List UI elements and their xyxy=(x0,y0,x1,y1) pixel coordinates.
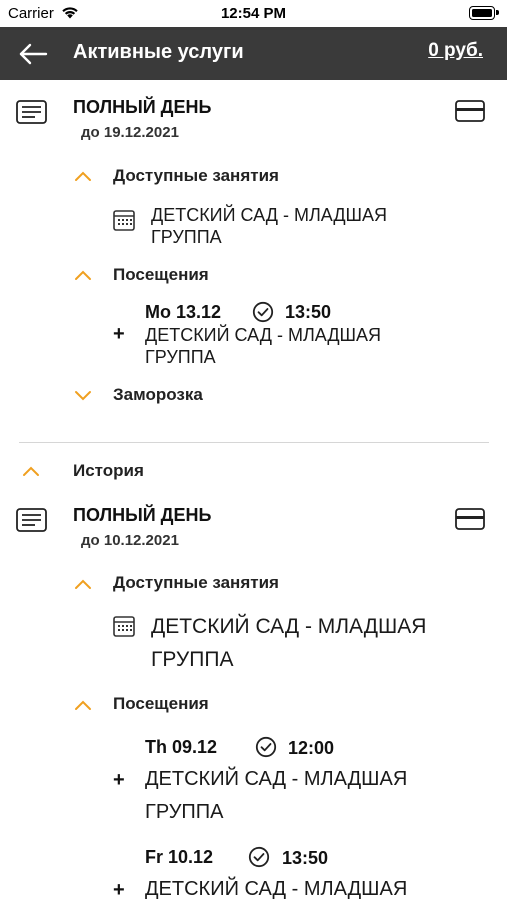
service-name: ПОЛНЫЙ ДЕНЬ xyxy=(73,97,212,117)
clock: 12:54 PM xyxy=(220,5,287,22)
history-service-name: ПОЛНЫЙ ДЕНЬ xyxy=(73,505,212,525)
chevron-up-icon xyxy=(75,579,91,589)
history-available-item-line2: ГРУППА xyxy=(151,648,234,671)
history-toggle[interactable] xyxy=(22,464,40,482)
history-label: История xyxy=(73,461,144,480)
history-available-label: Доступные занятия xyxy=(113,573,279,592)
available-item-line1: ДЕТСКИЙ САД - МЛАДШАЯ xyxy=(151,205,388,225)
visit-day: Mo 13.12 xyxy=(145,302,222,322)
chevron-down-icon xyxy=(75,391,91,401)
nav-bar: Активные услуги 0 руб. xyxy=(0,27,507,80)
history-service-until: до 10.12.2021 xyxy=(81,532,179,549)
visit-name-line2: ГРУППА xyxy=(145,801,224,823)
visit-name-line1: ДЕТСКИЙ САД - МЛАДШАЯ xyxy=(145,878,408,900)
card-payment-button[interactable] xyxy=(455,100,485,127)
chevron-up-icon xyxy=(75,171,91,181)
history-available-toggle[interactable] xyxy=(74,577,92,595)
visit-time: 13:50 xyxy=(285,302,332,322)
arrow-left-icon xyxy=(19,43,48,65)
divider xyxy=(19,442,489,443)
battery-icon xyxy=(469,6,499,20)
add-visit-button[interactable]: + xyxy=(113,323,125,346)
history-visits-label: Посещения xyxy=(113,694,209,713)
chevron-up-icon xyxy=(75,270,91,280)
document-icon xyxy=(16,508,47,537)
visit-name: ДЕТСКИЙ САД - МЛАДШАЯ ГРУППА xyxy=(145,763,407,829)
add-visit-button[interactable]: + xyxy=(113,769,125,792)
chevron-up-icon xyxy=(75,700,91,710)
visits-toggle[interactable] xyxy=(74,268,92,286)
visits-label: Посещения xyxy=(113,265,209,284)
available-item: ДЕТСКИЙ САД - МЛАДШАЯ ГРУППА xyxy=(151,204,387,248)
available-toggle[interactable] xyxy=(74,169,92,187)
visit-time: 12:00 xyxy=(288,738,335,758)
document-icon xyxy=(16,100,47,129)
back-button[interactable] xyxy=(18,41,50,67)
add-visit-button[interactable]: + xyxy=(113,879,125,900)
available-label: Доступные занятия xyxy=(113,166,279,185)
calendar-icon xyxy=(113,209,135,236)
visit-time: 13:50 xyxy=(282,848,329,868)
history-available-item-line1: ДЕТСКИЙ САД - МЛАДШАЯ xyxy=(151,615,427,638)
chevron-up-icon xyxy=(23,466,39,476)
visit-name-line2: ГРУППА xyxy=(145,347,216,367)
services-list: ПОЛНЫЙ ДЕНЬ до 19.12.2021 Доступные заня… xyxy=(0,80,507,900)
page-title: Активные услуги xyxy=(73,41,244,63)
visit-day: Fr 10.12 xyxy=(145,847,214,867)
status-bar: Carrier 12:54 PM xyxy=(0,0,507,27)
available-item-line2: ГРУППА xyxy=(151,227,222,247)
visit-name: ДЕТСКИЙ САД - МЛАДШАЯ ГРУППА xyxy=(145,324,381,368)
visit-name-line1: ДЕТСКИЙ САД - МЛАДШАЯ xyxy=(145,325,382,345)
freeze-toggle[interactable] xyxy=(74,389,92,407)
visit-name-line1: ДЕТСКИЙ САД - МЛАДШАЯ xyxy=(145,768,408,790)
check-circle-icon xyxy=(255,736,277,763)
service-until: до 19.12.2021 xyxy=(81,124,179,141)
history-card-payment-button[interactable] xyxy=(455,508,485,535)
visit-name: ДЕТСКИЙ САД - МЛАДШАЯ xyxy=(145,873,407,900)
history-visits-toggle[interactable] xyxy=(74,698,92,716)
visit-day: Th 09.12 xyxy=(145,737,218,757)
credit-card-icon xyxy=(455,100,485,122)
credit-card-icon xyxy=(455,508,485,530)
freeze-label: Заморозка xyxy=(113,385,203,404)
check-circle-icon xyxy=(248,846,270,873)
history-available-item: ДЕТСКИЙ САД - МЛАДШАЯ ГРУППА xyxy=(151,610,426,676)
balance-link[interactable]: 0 руб. xyxy=(428,40,483,62)
calendar-icon xyxy=(113,615,135,642)
